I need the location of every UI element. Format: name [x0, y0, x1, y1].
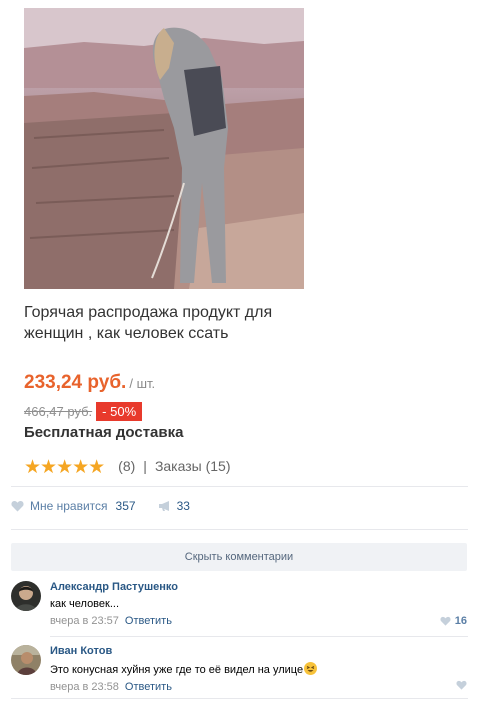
comment-text-row: Это конусная хуйня уже где то её видел н… [50, 662, 467, 676]
rating-row: ★★★★★ (8) | Заказы (15) [24, 456, 231, 479]
heart-icon [11, 500, 24, 512]
post-actions: Мне нравится 357 33 [11, 499, 190, 513]
divider [11, 698, 468, 699]
comment-like-button[interactable] [456, 680, 467, 690]
like-label: Мне нравится [30, 499, 108, 513]
divider [50, 636, 468, 637]
order-count: Заказы (15) [154, 458, 231, 474]
share-count: 33 [176, 499, 190, 513]
comment-time[interactable]: вчера в 23:57 [50, 615, 119, 627]
divider [11, 486, 468, 487]
rating-separator: | [143, 458, 147, 474]
comment-like-button[interactable]: 16 [440, 615, 467, 627]
heart-icon [456, 680, 467, 690]
comment-body: Александр Пастушенко как человек... вчер… [50, 581, 467, 627]
old-price: 466,47 руб. [24, 404, 93, 419]
product-title[interactable]: Горячая распродажа продукт для женщин , … [24, 302, 314, 344]
photo-illustration [24, 8, 304, 289]
discount-badge: - 50% [96, 402, 143, 421]
heart-icon [440, 616, 451, 626]
like-button[interactable]: Мне нравится 357 [11, 499, 136, 513]
price-unit: / шт. [129, 376, 156, 391]
price-row: 233,24 руб. / шт. [24, 372, 155, 394]
hide-comments-button[interactable]: Скрыть комментарии [11, 543, 467, 571]
comment-meta: вчера в 23:58 Ответить [50, 681, 467, 693]
comment-body: Иван Котов Это конусная хуйня уже где то… [50, 645, 467, 693]
price: 233,24 руб. [24, 372, 127, 393]
reply-link[interactable]: Ответить [125, 681, 172, 693]
old-price-row: 466,47 руб. - 50% [24, 402, 143, 421]
comment-author[interactable]: Александр Пастушенко [50, 581, 467, 593]
avatar[interactable] [11, 581, 41, 611]
rating-stars-icon: ★★★★★ [24, 457, 105, 478]
shipping-label: Бесплатная доставка [24, 424, 184, 441]
comment: Александр Пастушенко как человек... вчер… [11, 581, 467, 631]
divider [11, 529, 468, 530]
megaphone-icon [158, 501, 169, 511]
comment: Иван Котов Это конусная хуйня уже где то… [11, 645, 467, 695]
comment-like-count: 16 [454, 615, 467, 627]
comment-time[interactable]: вчера в 23:58 [50, 681, 119, 693]
like-count: 357 [115, 499, 136, 513]
reply-link[interactable]: Ответить [125, 615, 172, 627]
laughing-emoji-icon [304, 662, 318, 675]
review-count: (8) [118, 458, 136, 474]
comment-text: как человек... [50, 598, 120, 610]
share-button[interactable]: 33 [158, 499, 190, 513]
comment-author[interactable]: Иван Котов [50, 645, 467, 657]
product-photo[interactable] [24, 8, 304, 289]
comment-meta: вчера в 23:57 Ответить [50, 615, 467, 627]
comment-text: Это конусная хуйня уже где то её видел н… [50, 664, 304, 676]
avatar[interactable] [11, 645, 41, 675]
